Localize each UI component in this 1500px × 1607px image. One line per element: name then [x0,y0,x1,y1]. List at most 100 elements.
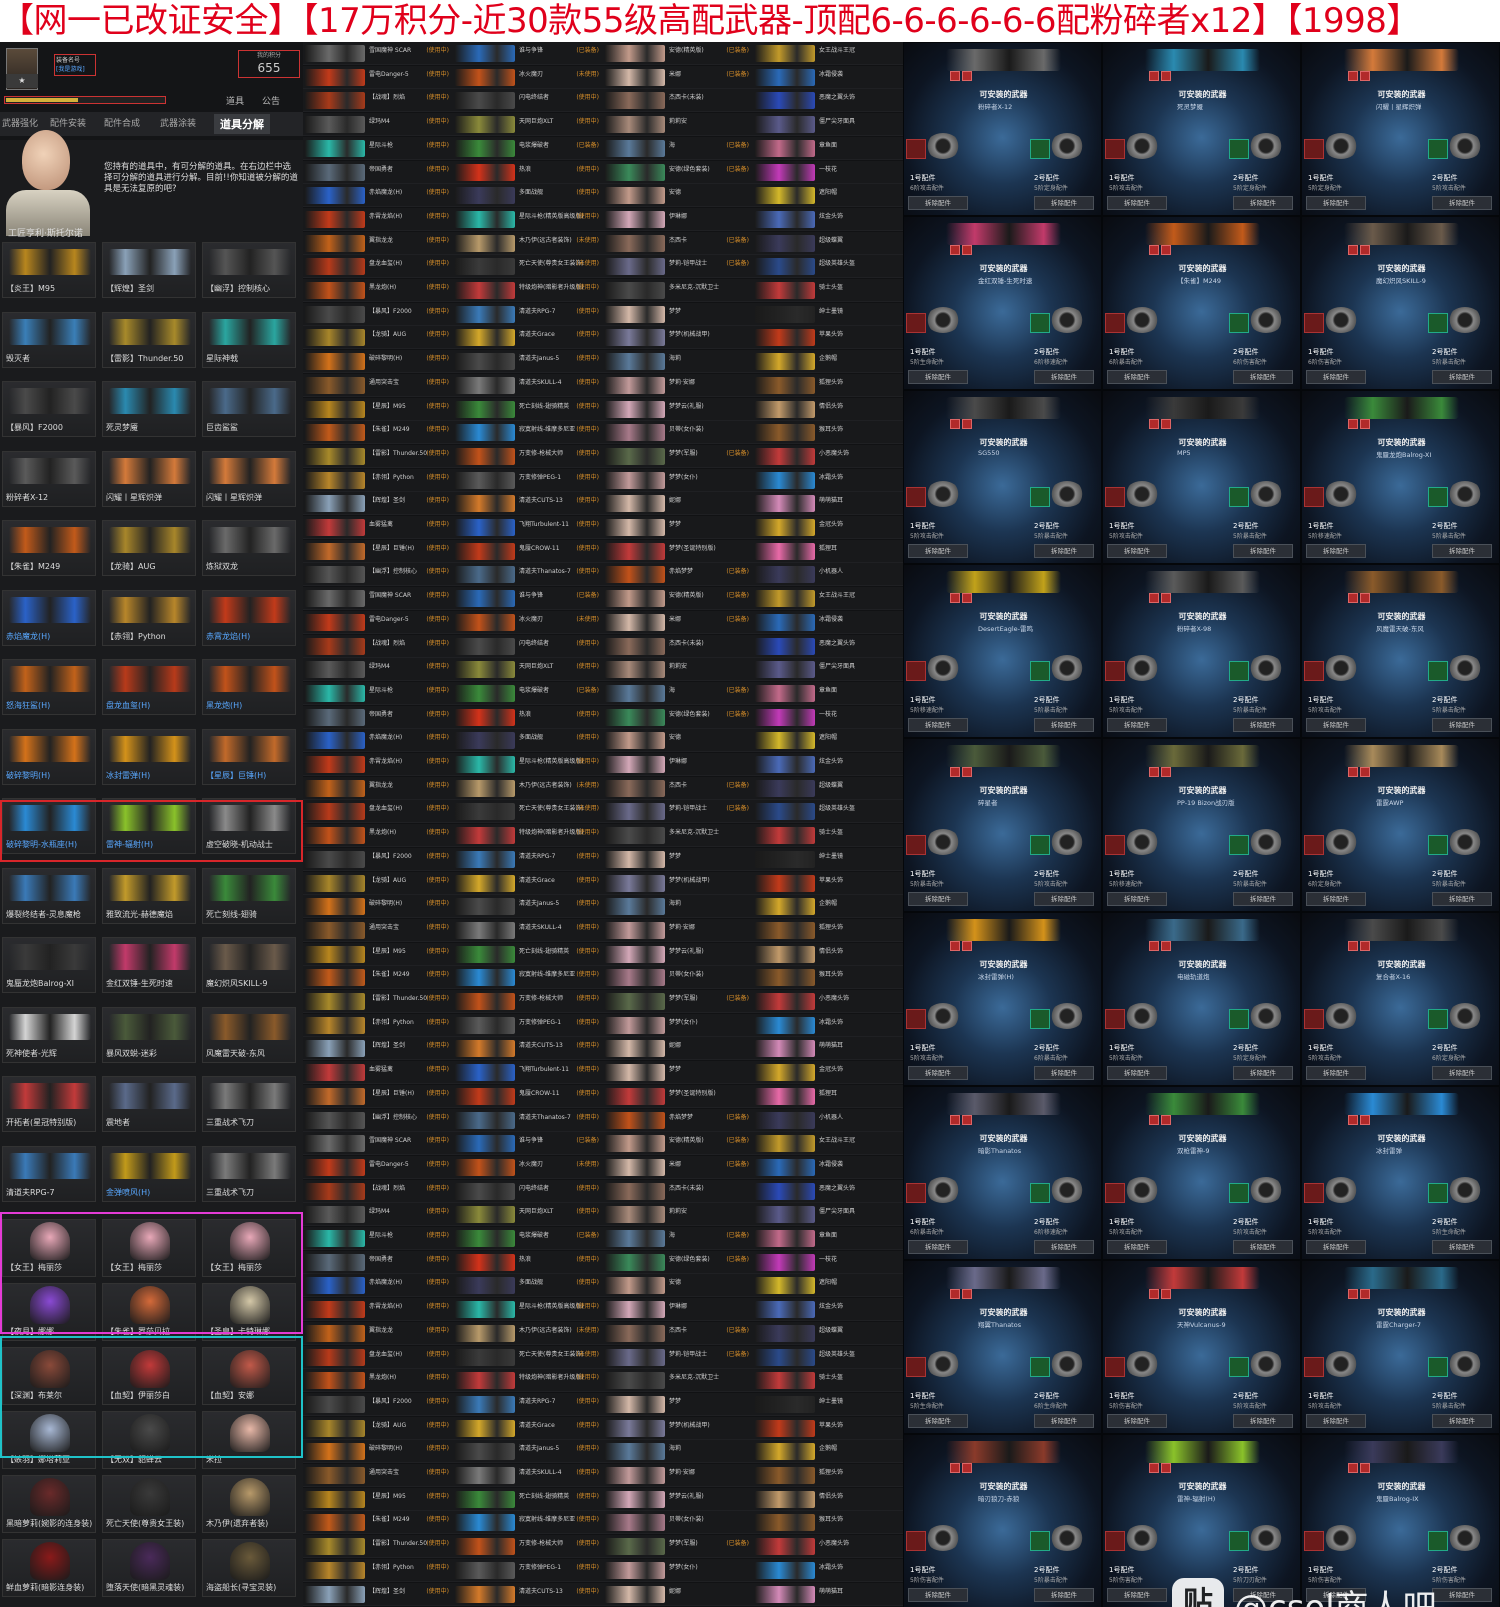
accessory-slot-1-icon[interactable] [1304,1531,1324,1551]
list-item[interactable]: 梦莉·安娜 [603,918,753,942]
accessory-slot-1-icon[interactable] [1105,1183,1125,1203]
list-item[interactable]: 冰火魔刃 (未使用) [453,610,603,634]
list-item[interactable]: 【辉煌】圣剑 (使用中) [303,492,453,516]
list-item[interactable]: 绿玛M4 (使用中) [303,658,453,682]
accessory-slot-1-icon[interactable] [1105,835,1125,855]
list-item[interactable]: 超级蝶翼 [753,776,903,800]
list-item[interactable]: 米娜 (已装备) [603,610,753,634]
accessory-slot-2-icon[interactable] [1428,1531,1448,1551]
list-item[interactable]: 遮阳帽 [753,1274,903,1298]
list-item[interactable]: 飞翔Turbulent-11 (使用中) [453,516,603,539]
list-item[interactable]: 梦莉·安娜 [603,373,753,397]
weapon-slot[interactable]: 【炎王】M95 [2,242,96,298]
weapon-slot[interactable]: 死亡刻线-翅骑 [202,867,296,924]
list-item[interactable]: 【朱雀】M249 (使用中) [303,421,453,445]
list-item[interactable]: 翼指龙龙 (使用中) [303,1321,453,1345]
list-item[interactable]: 热浪 (使用中) [453,705,603,729]
remove-accessory-2-button[interactable]: 拆除配件 [1034,892,1094,906]
accessory-slot-1-icon[interactable] [906,487,926,507]
list-item[interactable]: 通用突击宝 (使用中) [303,1464,453,1487]
list-item[interactable]: 伊琳娜 [603,1298,753,1322]
remove-accessory-1-button[interactable]: 拆除配件 [1306,1414,1366,1428]
accessory-slot-2-icon[interactable] [1428,1009,1448,1029]
accessory-slot-2-icon[interactable] [1229,1183,1249,1203]
list-item[interactable]: 死亡天使(尊贵女王装饰) (未使用) [453,255,603,279]
list-item[interactable]: 电浆爆破者 (已装备) [453,681,603,705]
list-item[interactable]: 遮阳帽 [753,184,903,208]
remove-accessory-2-button[interactable]: 拆除配件 [1432,892,1492,906]
list-item[interactable]: 恶魔之翼头饰 [753,89,903,113]
remove-accessory-2-button[interactable]: 拆除配件 [1432,196,1492,210]
weapon-slot[interactable]: 【赤翎】Python [102,589,196,646]
list-item[interactable]: 金冠头饰 [753,516,903,539]
remove-accessory-1-button[interactable]: 拆除配件 [908,544,968,558]
list-item[interactable]: 安德(绿色套装) (已装备) [603,705,753,729]
list-item[interactable]: 万变修弹PEG-1 (使用中) [453,1558,603,1582]
list-item[interactable]: 绿玛M4 (使用中) [303,1203,453,1227]
remove-accessory-1-button[interactable]: 拆除配件 [1306,892,1366,906]
remove-accessory-1-button[interactable]: 拆除配件 [1107,892,1167,906]
weapon-slot[interactable]: 【朱雀】M249 [2,520,96,576]
list-item[interactable]: 死亡天使(尊贵女王装饰) (未使用) [453,1345,603,1369]
list-item[interactable]: 【星辰】M95 (使用中) [303,942,453,966]
weapon-slot[interactable]: 金弹喷风(H) [102,1145,196,1202]
remove-accessory-1-button[interactable]: 拆除配件 [1107,1588,1167,1602]
list-item[interactable]: 星际斗枪(精英版高级版) (使用中) [453,753,603,776]
accessory-slot-2-icon[interactable] [1229,313,1249,333]
list-item[interactable]: 多米尼克-沉默卫士 [603,824,753,848]
list-item[interactable]: 梦莉-铠甲战士 (已装备) [603,800,753,824]
list-item[interactable]: 通用突击宝 (使用中) [303,918,453,942]
remove-accessory-1-button[interactable]: 拆除配件 [908,1588,968,1602]
list-item[interactable]: 破碎黎明(H) (使用中) [303,1440,453,1464]
list-item[interactable]: 【朱雀】M249 (使用中) [303,966,453,990]
list-item[interactable]: 苹果头饰 [753,326,903,350]
weapon-slot[interactable]: 冰封雷弹(H) [102,728,196,785]
list-item[interactable]: 冰霜侵袭 [753,65,903,89]
remove-accessory-2-button[interactable]: 拆除配件 [1233,1066,1293,1080]
list-item[interactable]: 雷电Danger-5 (使用中) [303,610,453,634]
list-item[interactable]: 闪电终结者 (使用中) [453,634,603,658]
weapon-slot[interactable]: 巨齿鲨鲨 [202,381,296,437]
list-item[interactable]: 安德 [603,1274,753,1298]
list-item[interactable]: 闪电终结者 (使用中) [453,1179,603,1203]
list-item[interactable]: 特级炮神(暗影者升级版) (使用中) [453,1369,603,1393]
list-item[interactable]: 木乃伊(远古者装饰) (未使用) [453,231,603,255]
accessory-slot-2-icon[interactable] [1030,313,1050,333]
list-item[interactable]: 清道夫Janus-5 (使用中) [453,895,603,919]
accessory-slot-2-icon[interactable] [1030,661,1050,681]
list-item[interactable]: 梦梦(军服) (已装备) [603,1535,753,1559]
list-item[interactable]: 星际斗枪 (使用中) [303,681,453,705]
list-item[interactable]: 【暴风】F2000 (使用中) [303,1392,453,1416]
remove-accessory-2-button[interactable]: 拆除配件 [1034,718,1094,732]
list-item[interactable]: 【赤翎】Python (使用中) [303,468,453,492]
accessory-slot-1-icon[interactable] [1304,835,1324,855]
remove-accessory-2-button[interactable]: 拆除配件 [1034,1240,1094,1254]
list-item[interactable]: 黑龙炮(H) (使用中) [303,1369,453,1393]
tab-4[interactable]: 武器涂装 [160,116,196,129]
list-item[interactable]: 死亡刻线-翅骑精英 (使用中) [453,397,603,421]
accessory-slot-1-icon[interactable] [906,313,926,333]
list-item[interactable]: 女王战斗王冠 [753,1132,903,1156]
list-item[interactable]: 贝蒂(女仆装) [603,1511,753,1535]
list-item[interactable]: 万变修-枪械大师 (使用中) [453,1535,603,1559]
list-item[interactable]: 梦梦(圣诞特别版) [603,1084,753,1108]
weapon-slot[interactable]: 三重战术飞刀 [202,1145,296,1202]
remove-accessory-1-button[interactable]: 拆除配件 [1306,370,1366,384]
remove-accessory-2-button[interactable]: 拆除配件 [1432,1066,1492,1080]
list-item[interactable]: 杰西卡 (已装备) [603,231,753,255]
list-item[interactable]: 炫金头饰 [753,207,903,231]
weapon-slot[interactable]: 暴风双蜕-迷彩 [102,1006,196,1063]
weapon-slot[interactable]: 【幽浮】控制核心 [202,242,296,298]
remove-accessory-2-button[interactable]: 拆除配件 [1034,196,1094,210]
list-item[interactable]: 狐狸耳 [753,1084,903,1108]
remove-accessory-2-button[interactable]: 拆除配件 [1233,1414,1293,1428]
list-item[interactable]: 黑龙炮(H) (使用中) [303,279,453,302]
remove-accessory-2-button[interactable]: 拆除配件 [1432,1240,1492,1254]
list-item[interactable]: 赤霄龙焰(H) (使用中) [303,753,453,776]
list-item[interactable]: 鬼蜃CROW-11 (使用中) [453,539,603,563]
list-item[interactable]: 一枝花 [753,160,903,184]
list-item[interactable]: 【龙骑】AUG (使用中) [303,871,453,895]
weapon-slot[interactable]: 赤焰魔龙(H) [2,589,96,646]
remove-accessory-1-button[interactable]: 拆除配件 [1306,196,1366,210]
accessory-slot-1-icon[interactable] [1304,1009,1324,1029]
